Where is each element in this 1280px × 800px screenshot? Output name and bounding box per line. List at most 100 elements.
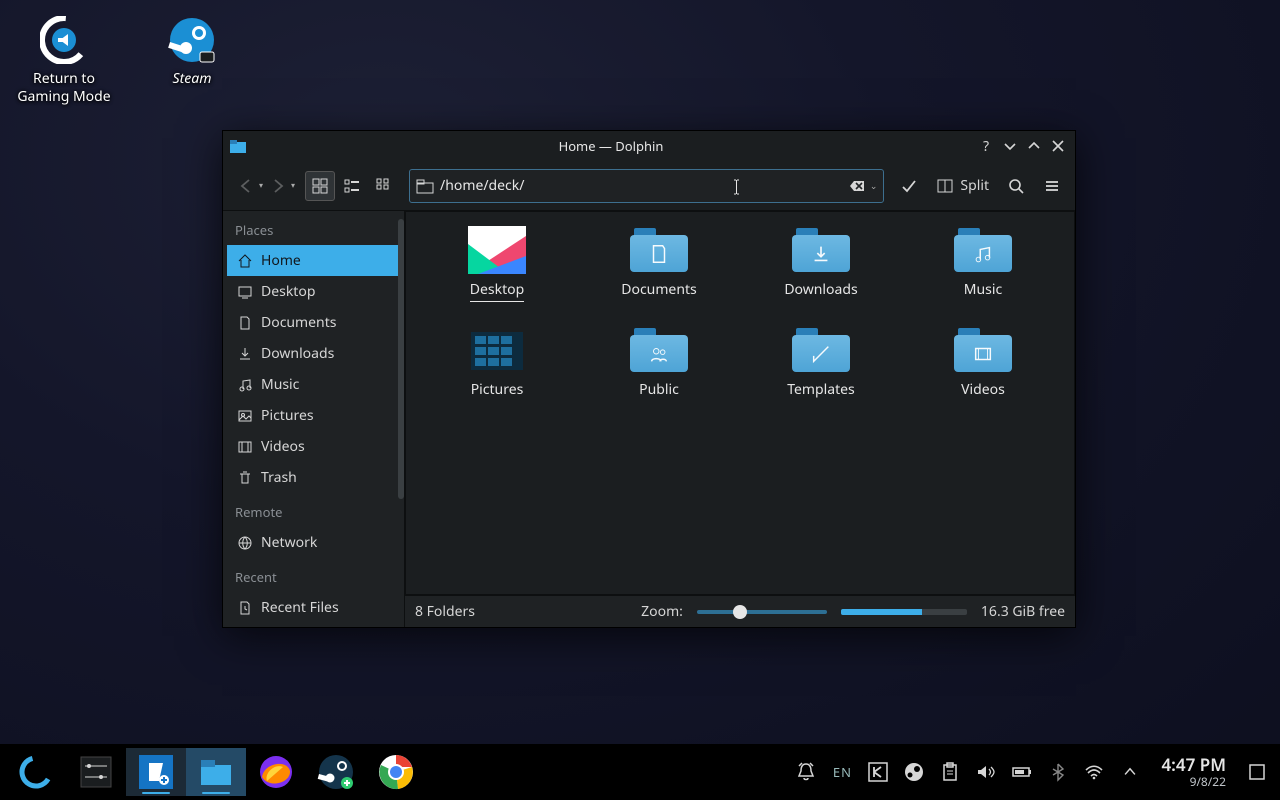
section-recent: Recent xyxy=(223,558,404,592)
item-count: 8 Folders xyxy=(415,602,475,621)
toolbar: ▾ ▾ ⌄ Split xyxy=(223,161,1075,211)
sidebar-item-label: Videos xyxy=(261,437,305,456)
sidebar-item-label: Recent Files xyxy=(261,598,339,617)
folder-icon xyxy=(630,226,688,274)
taskbar-settings[interactable] xyxy=(66,748,126,796)
status-bar: 8 Folders Zoom: 16.3 GiB free xyxy=(405,595,1075,627)
zoom-label: Zoom: xyxy=(641,602,683,621)
show-desktop-button[interactable] xyxy=(1246,761,1268,783)
sidebar-item-home[interactable]: Home xyxy=(227,245,400,276)
krunner-icon[interactable] xyxy=(867,761,889,783)
clear-address-button[interactable] xyxy=(848,177,866,195)
return-gaming-icon xyxy=(40,16,88,64)
taskbar-steam[interactable] xyxy=(306,748,366,796)
volume-icon[interactable] xyxy=(975,761,997,783)
sidebar-item-label: Trash xyxy=(261,468,297,487)
folder-label: Documents xyxy=(621,280,696,299)
section-remote: Remote xyxy=(223,493,404,527)
folder-music[interactable]: Music xyxy=(902,226,1064,326)
sidebar-item-label: Desktop xyxy=(261,282,315,301)
folder-downloads[interactable]: Downloads xyxy=(740,226,902,326)
clock-time: 4:47 PM xyxy=(1161,755,1226,775)
hamburger-menu-button[interactable] xyxy=(1037,171,1067,201)
sidebar-scrollbar[interactable] xyxy=(398,219,404,499)
minimize-button[interactable] xyxy=(999,135,1021,157)
tray-expand-icon[interactable] xyxy=(1119,761,1141,783)
sidebar-item-label: Documents xyxy=(261,313,336,332)
steam-app-icon xyxy=(168,16,216,64)
address-dropdown[interactable]: ⌄ xyxy=(870,179,878,192)
sidebar-item-label: Music xyxy=(261,375,299,394)
folder-label: Downloads xyxy=(784,280,857,299)
address-bar[interactable]: ⌄ xyxy=(409,169,884,203)
folder-desktop[interactable]: Desktop xyxy=(416,226,578,326)
taskbar-discover[interactable] xyxy=(126,748,186,796)
places-panel: Places Home Desktop Documents Downloads … xyxy=(223,211,405,627)
address-input[interactable] xyxy=(440,176,848,195)
details-view-button[interactable] xyxy=(369,171,399,201)
desktop-icon-label: Steam xyxy=(173,70,212,88)
taskbar-dolphin[interactable] xyxy=(186,748,246,796)
disk-usage-bar[interactable] xyxy=(841,609,967,615)
split-view-button[interactable]: Split xyxy=(930,171,995,201)
sidebar-item-trash[interactable]: Trash xyxy=(227,462,400,493)
folder-label: Public xyxy=(639,380,679,399)
clock[interactable]: 4:47 PM 9/8/22 xyxy=(1155,755,1232,788)
compact-view-button[interactable] xyxy=(337,171,367,201)
close-button[interactable] xyxy=(1047,135,1069,157)
sidebar-item-recent-files[interactable]: Recent Files xyxy=(227,592,400,623)
taskbar: EN 4:47 PM 9/8/22 xyxy=(0,744,1280,800)
desktop-thumb-icon xyxy=(468,226,526,274)
forward-button[interactable] xyxy=(263,171,293,201)
sidebar-item-downloads[interactable]: Downloads xyxy=(227,338,400,369)
folder-icon xyxy=(792,326,850,374)
keyboard-layout[interactable]: EN xyxy=(831,761,853,783)
content-area: Desktop Documents xyxy=(405,211,1075,627)
folder-public[interactable]: Public xyxy=(578,326,740,426)
folder-label: Videos xyxy=(961,380,1005,399)
maximize-button[interactable] xyxy=(1023,135,1045,157)
bluetooth-icon[interactable] xyxy=(1047,761,1069,783)
taskbar-firefox[interactable] xyxy=(246,748,306,796)
steam-tray-icon[interactable] xyxy=(903,761,925,783)
search-button[interactable] xyxy=(1001,171,1031,201)
back-button[interactable] xyxy=(231,171,261,201)
titlebar[interactable]: Home — Dolphin ? xyxy=(223,131,1075,161)
free-space: 16.3 GiB free xyxy=(981,602,1065,621)
sidebar-item-desktop[interactable]: Desktop xyxy=(227,276,400,307)
sidebar-item-documents[interactable]: Documents xyxy=(227,307,400,338)
zoom-slider[interactable] xyxy=(697,610,827,614)
icons-view-button[interactable] xyxy=(305,171,335,201)
folder-videos[interactable]: Videos xyxy=(902,326,1064,426)
clipboard-icon[interactable] xyxy=(939,761,961,783)
sidebar-item-music[interactable]: Music xyxy=(227,369,400,400)
folder-icon xyxy=(954,326,1012,374)
folder-label: Desktop xyxy=(470,280,524,302)
sidebar-item-network[interactable]: Network xyxy=(227,527,400,558)
pictures-thumb-icon xyxy=(468,326,526,374)
taskbar-chrome[interactable] xyxy=(366,748,426,796)
notifications-icon[interactable] xyxy=(795,761,817,783)
app-icon xyxy=(229,137,247,155)
desktop-icon-return-gaming[interactable]: Return toGaming Mode xyxy=(4,16,124,105)
sidebar-item-videos[interactable]: Videos xyxy=(227,431,400,462)
folder-icon xyxy=(416,177,434,195)
start-button[interactable] xyxy=(6,748,66,796)
dolphin-window: Home — Dolphin ? ▾ ▾ ⌄ xyxy=(222,130,1076,628)
sidebar-item-label: Pictures xyxy=(261,406,314,425)
sidebar-item-label: Network xyxy=(261,533,317,552)
folder-label: Music xyxy=(964,280,1002,299)
folder-documents[interactable]: Documents xyxy=(578,226,740,326)
sidebar-item-pictures[interactable]: Pictures xyxy=(227,400,400,431)
folder-icon xyxy=(954,226,1012,274)
battery-icon[interactable] xyxy=(1011,761,1033,783)
help-button[interactable]: ? xyxy=(975,135,997,157)
folder-templates[interactable]: Templates xyxy=(740,326,902,426)
folder-pictures[interactable]: Pictures xyxy=(416,326,578,426)
wifi-icon[interactable] xyxy=(1083,761,1105,783)
svg-text:?: ? xyxy=(983,137,989,155)
desktop-icon-steam[interactable]: Steam xyxy=(132,16,252,88)
sidebar-item-label: Downloads xyxy=(261,344,334,363)
file-grid[interactable]: Desktop Documents xyxy=(405,211,1075,595)
accept-path-button[interactable] xyxy=(894,171,924,201)
